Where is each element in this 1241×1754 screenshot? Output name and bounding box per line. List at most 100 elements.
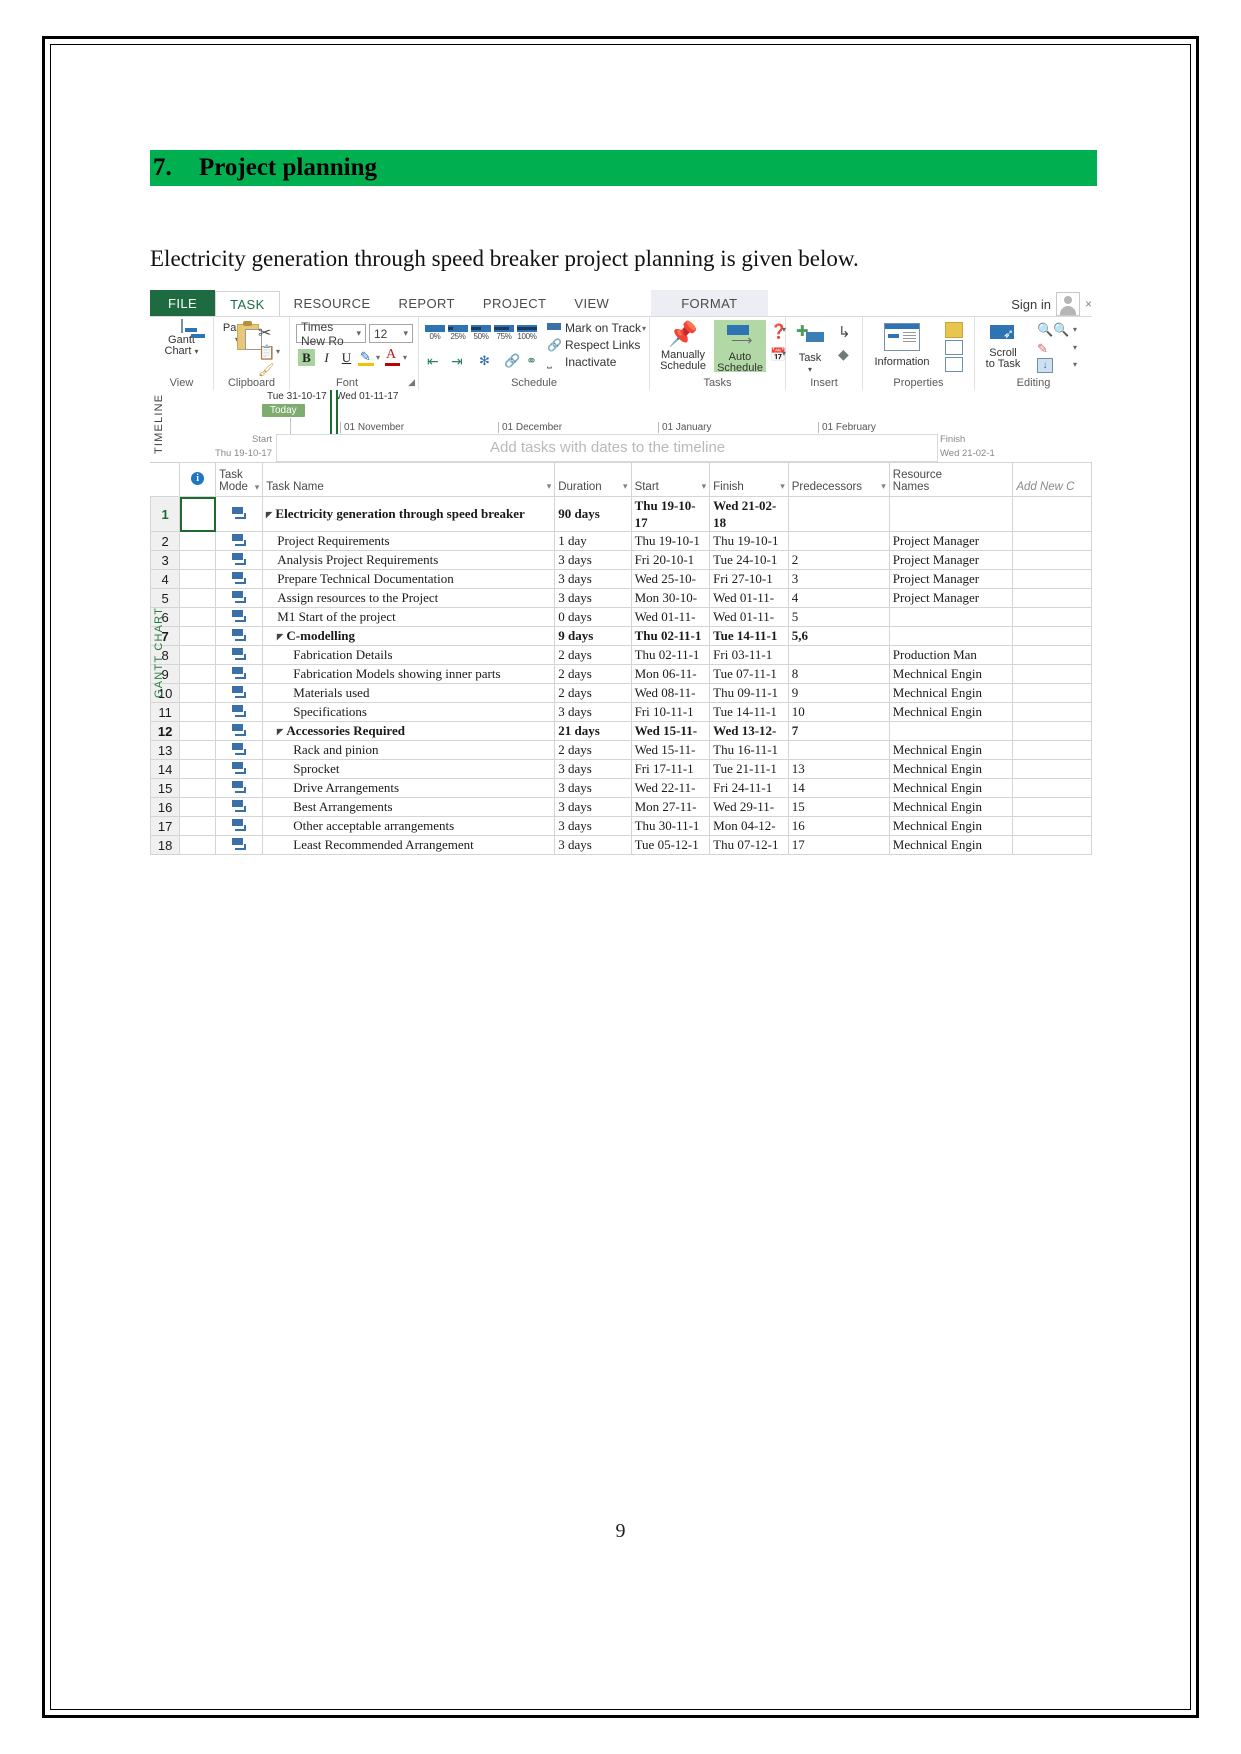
add-to-timeline-icon[interactable]: [945, 357, 963, 372]
tab-view[interactable]: VIEW: [560, 290, 623, 316]
chevron-down-icon[interactable]: ▾: [255, 481, 260, 493]
table-row[interactable]: 11 Specifications 3 days Fri 10-11-1 Tue 14-…: [150, 702, 1092, 722]
header-finish[interactable]: Finish ▾: [709, 462, 789, 497]
cell-resource-names[interactable]: Mechnical Engin: [888, 797, 1014, 817]
cell-resource-names[interactable]: [888, 496, 1014, 532]
cell-task-name[interactable]: Other acceptable arrangements: [262, 816, 556, 836]
row-number[interactable]: 17: [150, 816, 181, 836]
cell-start[interactable]: Mon 27-11-: [630, 797, 711, 817]
cell-indicators[interactable]: [179, 626, 217, 646]
cell-finish[interactable]: Wed 01-11-: [709, 588, 789, 608]
cell-task-mode[interactable]: [215, 496, 264, 532]
chevron-down-icon[interactable]: ▾: [780, 481, 785, 492]
mark-on-track-icon[interactable]: [547, 323, 561, 330]
table-row[interactable]: 8 Fabrication Details 2 days Thu 02-11-1 Fri…: [150, 645, 1092, 665]
cell-predecessors[interactable]: 5: [787, 607, 890, 627]
chevron-down-icon[interactable]: ▾: [623, 481, 628, 492]
cell-duration[interactable]: 3 days: [554, 835, 632, 855]
cell-start[interactable]: Thu 02-11-1: [630, 626, 711, 646]
cell-task-name[interactable]: Drive Arrangements: [262, 778, 556, 798]
link-tasks-icon[interactable]: 🔗: [504, 353, 520, 369]
cell-resource-names[interactable]: Mechnical Engin: [888, 702, 1014, 722]
auto-schedule-button[interactable]: ⟶ Auto Schedule: [714, 323, 766, 374]
cell-indicators[interactable]: [179, 664, 217, 684]
manually-schedule-button[interactable]: 📌 Manually Schedule: [654, 323, 712, 372]
font-name-combo[interactable]: Times New Ro ▾: [296, 320, 366, 348]
row-number[interactable]: 4: [150, 569, 181, 589]
cell-finish[interactable]: Tue 24-10-1: [709, 550, 789, 570]
split-task-icon[interactable]: ✻: [479, 353, 490, 369]
cell-finish[interactable]: Thu 09-11-1: [709, 683, 789, 703]
chevron-down-icon[interactable]: ▾: [1073, 325, 1077, 334]
cell-start[interactable]: Wed 08-11-: [630, 683, 711, 703]
cell-indicators[interactable]: [179, 740, 217, 760]
chevron-down-icon[interactable]: ▾: [786, 364, 834, 375]
cell-indicators[interactable]: [179, 721, 217, 741]
percent-25-button[interactable]: 25%: [448, 325, 468, 341]
cell-predecessors[interactable]: [787, 496, 890, 532]
cell-predecessors[interactable]: 9: [787, 683, 890, 703]
bold-button[interactable]: B: [298, 349, 315, 366]
chevron-down-icon[interactable]: ▾: [376, 353, 380, 362]
header-task-name[interactable]: Task Name ▾: [262, 462, 556, 497]
cell-finish[interactable]: Tue 21-11-1: [709, 759, 789, 779]
chevron-down-icon[interactable]: ▾: [881, 481, 886, 492]
cell-finish[interactable]: Thu 19-10-1: [709, 531, 789, 551]
cell-add-new-column[interactable]: [1012, 797, 1092, 817]
cell-indicators[interactable]: [179, 531, 217, 551]
cell-task-name[interactable]: M1 Start of the project: [262, 607, 556, 627]
task-information-button[interactable]: Information: [863, 323, 941, 368]
cell-task-name[interactable]: ◢ C-modelling: [262, 626, 556, 646]
cell-duration[interactable]: 3 days: [554, 702, 632, 722]
cell-task-name[interactable]: Assign resources to the Project: [262, 588, 556, 608]
cell-add-new-column[interactable]: [1012, 759, 1092, 779]
table-row[interactable]: 2 Project Requirements 1 day Thu 19-10-1 Thu…: [150, 531, 1092, 551]
italic-button[interactable]: I: [318, 349, 335, 366]
cell-predecessors[interactable]: 3: [787, 569, 890, 589]
cell-resource-names[interactable]: Mechnical Engin: [888, 816, 1014, 836]
table-row[interactable]: 4 Prepare Technical Documentation 3 days We…: [150, 569, 1092, 589]
table-row[interactable]: 12 ◢ Accessories Required 21 days Wed 15-11-…: [150, 721, 1092, 741]
cell-resource-names[interactable]: Project Manager: [888, 531, 1014, 551]
cell-start[interactable]: Fri 10-11-1: [630, 702, 711, 722]
percent-complete-buttons[interactable]: 0% 25% 50% 75% 100%: [425, 325, 537, 341]
row-number[interactable]: 18: [150, 835, 181, 855]
cell-task-mode[interactable]: [215, 835, 264, 855]
cell-start[interactable]: Wed 01-11-: [630, 607, 711, 627]
chevron-down-icon[interactable]: ▾: [403, 328, 408, 339]
cell-start[interactable]: Wed 15-11-: [630, 740, 711, 760]
indent-icon[interactable]: ⇥: [451, 353, 463, 370]
table-row[interactable]: 17 Other acceptable arrangements 3 days Thu…: [150, 816, 1092, 836]
font-size-combo[interactable]: 12 ▾: [369, 324, 413, 343]
tab-resource[interactable]: RESOURCE: [280, 290, 385, 316]
cell-duration[interactable]: 3 days: [554, 588, 632, 608]
chevron-down-icon[interactable]: ▾: [547, 481, 552, 492]
cell-duration[interactable]: 2 days: [554, 683, 632, 703]
table-row[interactable]: 13 Rack and pinion 2 days Wed 15-11- Thu 16-…: [150, 740, 1092, 760]
cell-predecessors[interactable]: [787, 645, 890, 665]
cell-start[interactable]: Fri 17-11-1: [630, 759, 711, 779]
cell-predecessors[interactable]: 8: [787, 664, 890, 684]
cell-indicators[interactable]: [179, 496, 217, 532]
cell-task-name[interactable]: Analysis Project Requirements: [262, 550, 556, 570]
font-dialog-launcher-icon[interactable]: ◢: [408, 377, 415, 388]
notes-icon[interactable]: [945, 322, 963, 338]
row-number[interactable]: 14: [150, 759, 181, 779]
respect-links-button[interactable]: Respect Links: [565, 338, 640, 352]
cell-duration[interactable]: 3 days: [554, 569, 632, 589]
mark-on-track-button[interactable]: Mark on Track: [565, 321, 641, 335]
cell-add-new-column[interactable]: [1012, 816, 1092, 836]
cell-duration[interactable]: 0 days: [554, 607, 632, 627]
percent-0-button[interactable]: 0%: [425, 325, 445, 341]
cell-add-new-column[interactable]: [1012, 778, 1092, 798]
milestone-icon[interactable]: ◆: [838, 346, 849, 363]
cell-task-name[interactable]: Prepare Technical Documentation: [262, 569, 556, 589]
cell-predecessors[interactable]: 17: [787, 835, 890, 855]
cell-finish[interactable]: Wed 13-12-: [709, 721, 789, 741]
row-number[interactable]: 3: [150, 550, 181, 570]
cell-resource-names[interactable]: Mechnical Engin: [888, 759, 1014, 779]
person-avatar-icon[interactable]: [1055, 292, 1080, 316]
percent-75-button[interactable]: 75%: [494, 325, 514, 341]
cell-task-mode[interactable]: [215, 664, 264, 684]
summary-task-icon[interactable]: ↳: [838, 323, 851, 341]
